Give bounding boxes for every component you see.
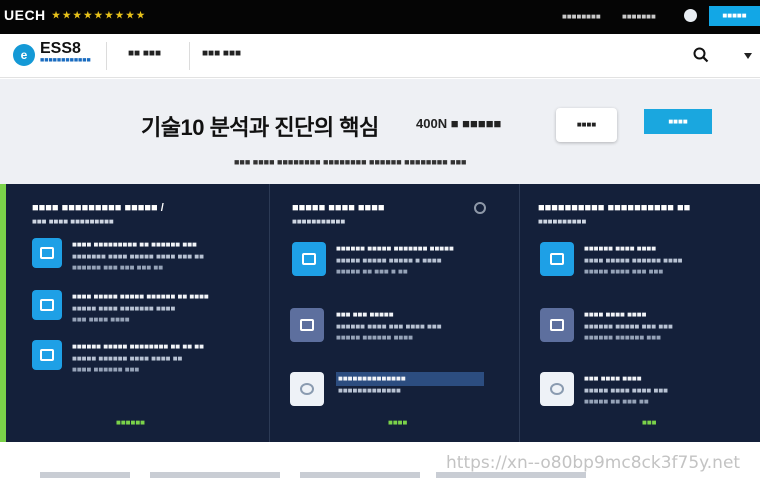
top-link-1[interactable]: ■■■■■■■■	[562, 12, 601, 21]
brand-name[interactable]: UECH	[4, 7, 46, 23]
clock-icon	[540, 372, 574, 406]
top-bar: UECH ★ ★ ★ ★ ★ ★ ★ ★ ★ ■■■■■■■■ ■■■■■■■ …	[0, 0, 760, 34]
top-cta-button[interactable]: ■■■■■	[709, 6, 760, 26]
list-item[interactable]: ■■■■■■ ■■■■ ■■■■ ■■■■ ■■■■■ ■■■■■■ ■■■■ …	[540, 242, 754, 276]
watermark-url: https://xn--o80bp9mc8ck3f75y.net	[446, 453, 741, 473]
search-icon[interactable]	[692, 46, 710, 64]
footer-placeholder	[300, 472, 420, 478]
list-item[interactable]: ■■■■ ■■■■■■■■■ ■■ ■■■■■■ ■■■ ■■■■■■■ ■■■…	[32, 238, 264, 272]
hero-secondary-button[interactable]: ■■■■	[556, 108, 617, 142]
item-title: ■■■■ ■■■■■ ■■■■■ ■■■■■■ ■■ ■■■■	[72, 292, 209, 301]
main-nav: e ESS8 ■■■■■■■■■■■■ ■■ ■■■ ■■■ ■■■	[0, 34, 760, 78]
chart-icon	[32, 340, 62, 370]
tablet-icon	[292, 242, 326, 276]
calendar-icon	[540, 308, 574, 342]
item-meta: ■■■■■■ ■■■ ■■■ ■■■ ■■	[72, 263, 164, 272]
item-text: ■■■■■ ■■■■ ■■■■■■■ ■■■■	[72, 304, 176, 313]
item-text: ■■■■■■■■■■■■■	[338, 386, 401, 395]
column-subtitle: ■■■ ■■■■ ■■■■■■■■■	[32, 217, 114, 226]
column-footer-link[interactable]: ■■■	[642, 418, 657, 427]
document-icon	[32, 290, 62, 320]
item-title: ■■■ ■■■■ ■■■■	[584, 374, 642, 383]
user-avatar-icon[interactable]	[684, 9, 697, 22]
list-item[interactable]: ■■■■■■■■■■■■■■ ■■■■■■■■■■■■■	[290, 372, 514, 406]
footer-placeholder	[40, 472, 130, 478]
logo-text[interactable]: ESS8	[40, 41, 81, 57]
column-subtitle: ■■■■■■■■■■	[538, 217, 587, 226]
item-title: ■■■■ ■■■■ ■■■■	[584, 310, 647, 319]
column-title: ■■■■■■■■■■ ■■■■■■■■■■ ■■	[538, 202, 691, 214]
item-text: ■■■■■■ ■■■■ ■■■ ■■■■ ■■■	[336, 322, 442, 331]
column-footer-link[interactable]: ■■■■	[388, 418, 407, 427]
disc-icon	[290, 372, 324, 406]
nav-item-2[interactable]: ■■■ ■■■	[202, 48, 241, 59]
column-subtitle: ■■■■■■■■■■■	[292, 217, 346, 226]
list-item[interactable]: ■■■ ■■■■ ■■■■ ■■■■■ ■■■■ ■■■■ ■■■ ■■■■■ …	[540, 372, 754, 406]
column-footer-link[interactable]: ■■■■■■	[116, 418, 145, 427]
feature-column-2: ■■■■■ ■■■■ ■■■■ ■■■■■■■■■■■ ■■■■■■ ■■■■■…	[270, 184, 520, 442]
item-meta: ■■■■ ■■■■■■ ■■■	[72, 365, 140, 374]
item-text: ■■■■ ■■■■■ ■■■■■■ ■■■■	[584, 256, 683, 265]
top-link-2[interactable]: ■■■■■■■	[622, 12, 656, 21]
nav-divider	[189, 42, 190, 70]
column-title: ■■■■ ■■■■■■■■■ ■■■■■ /	[32, 202, 164, 214]
item-text: ■■■■■■ ■■■■■ ■■■ ■■■	[584, 322, 673, 331]
list-item[interactable]: ■■■■■■ ■■■■■ ■■■■■■■■ ■■ ■■ ■■ ■■■■■ ■■■…	[32, 340, 264, 374]
item-text: ■■■■■■■ ■■■■ ■■■■■ ■■■■ ■■■ ■■	[72, 252, 204, 261]
item-meta: ■■■■■■ ■■■■■■ ■■■	[584, 333, 661, 342]
tagline: ★ ★ ★ ★ ★ ★ ★ ★ ★	[52, 10, 145, 20]
monitor-icon	[32, 238, 62, 268]
feature-panel: ■■■■ ■■■■■■■■■ ■■■■■ / ■■■ ■■■■ ■■■■■■■■…	[0, 184, 760, 442]
item-title: ■■■■■■ ■■■■■ ■■■■■■■■ ■■ ■■ ■■	[72, 342, 204, 351]
column-title: ■■■■■ ■■■■ ■■■■	[292, 202, 385, 214]
logo-subtitle: ■■■■■■■■■■■■	[40, 57, 91, 64]
item-title: ■■■■■■ ■■■■ ■■■■	[584, 244, 657, 253]
list-item[interactable]: ■■■■ ■■■■ ■■■■ ■■■■■■ ■■■■■ ■■■ ■■■ ■■■■…	[540, 308, 754, 342]
nav-item-1[interactable]: ■■ ■■■	[128, 48, 161, 59]
window-icon	[540, 242, 574, 276]
item-meta: ■■■■■ ■■ ■■■ ■ ■■	[336, 267, 408, 276]
item-meta: ■■■■■ ■■ ■■■ ■■	[584, 397, 649, 406]
list-item[interactable]: ■■■ ■■■ ■■■■■ ■■■■■■ ■■■■ ■■■ ■■■■ ■■■ ■…	[290, 308, 514, 342]
item-title: ■■■■■■■■■■■■■■	[338, 374, 406, 383]
gear-icon	[290, 308, 324, 342]
chevron-down-icon[interactable]	[744, 53, 752, 59]
logo-icon[interactable]: e	[13, 44, 35, 66]
item-text: ■■■■■ ■■■■■■ ■■■■ ■■■■ ■■	[72, 354, 183, 363]
hero-headline: 기술10 분석과 진단의 핵심	[141, 115, 379, 140]
item-meta: ■■■ ■■■■ ■■■■	[72, 315, 130, 324]
item-meta: ■■■■■ ■■■■ ■■■ ■■■	[584, 267, 664, 276]
item-meta: ■■■■■ ■■■■■■ ■■■■	[336, 333, 413, 342]
list-item[interactable]: ■■■■ ■■■■■ ■■■■■ ■■■■■■ ■■ ■■■■ ■■■■■ ■■…	[32, 290, 264, 324]
feature-column-3: ■■■■■■■■■■ ■■■■■■■■■■ ■■ ■■■■■■■■■■ ■■■■…	[520, 184, 760, 442]
item-title: ■■■■ ■■■■■■■■■ ■■ ■■■■■■ ■■■	[72, 240, 197, 249]
item-text: ■■■■■ ■■■■ ■■■■ ■■■	[584, 386, 668, 395]
circle-icon[interactable]	[474, 202, 486, 214]
footer-placeholder	[150, 472, 280, 478]
item-title: ■■■■■■ ■■■■■ ■■■■■■■ ■■■■■	[336, 244, 454, 253]
nav-divider	[106, 42, 107, 70]
item-text: ■■■■■ ■■■■■ ■■■■■ ■ ■■■■	[336, 256, 442, 265]
hero-primary-button[interactable]: ■■■■	[644, 109, 712, 134]
hero-headline-suffix: 400N ■ ■■■■■	[416, 116, 502, 131]
hero-subline: ■■■ ■■■■ ■■■■■■■■ ■■■■■■■■ ■■■■■■ ■■■■■■…	[234, 157, 467, 167]
list-item[interactable]: ■■■■■■ ■■■■■ ■■■■■■■ ■■■■■ ■■■■■ ■■■■■ ■…	[292, 242, 514, 276]
hero-section: 기술10 분석과 진단의 핵심 400N ■ ■■■■■ ■■■■ ■■■■ ■…	[0, 79, 760, 184]
item-title: ■■■ ■■■ ■■■■■	[336, 310, 394, 319]
feature-column-1: ■■■■ ■■■■■■■■■ ■■■■■ / ■■■ ■■■■ ■■■■■■■■…	[6, 184, 270, 442]
